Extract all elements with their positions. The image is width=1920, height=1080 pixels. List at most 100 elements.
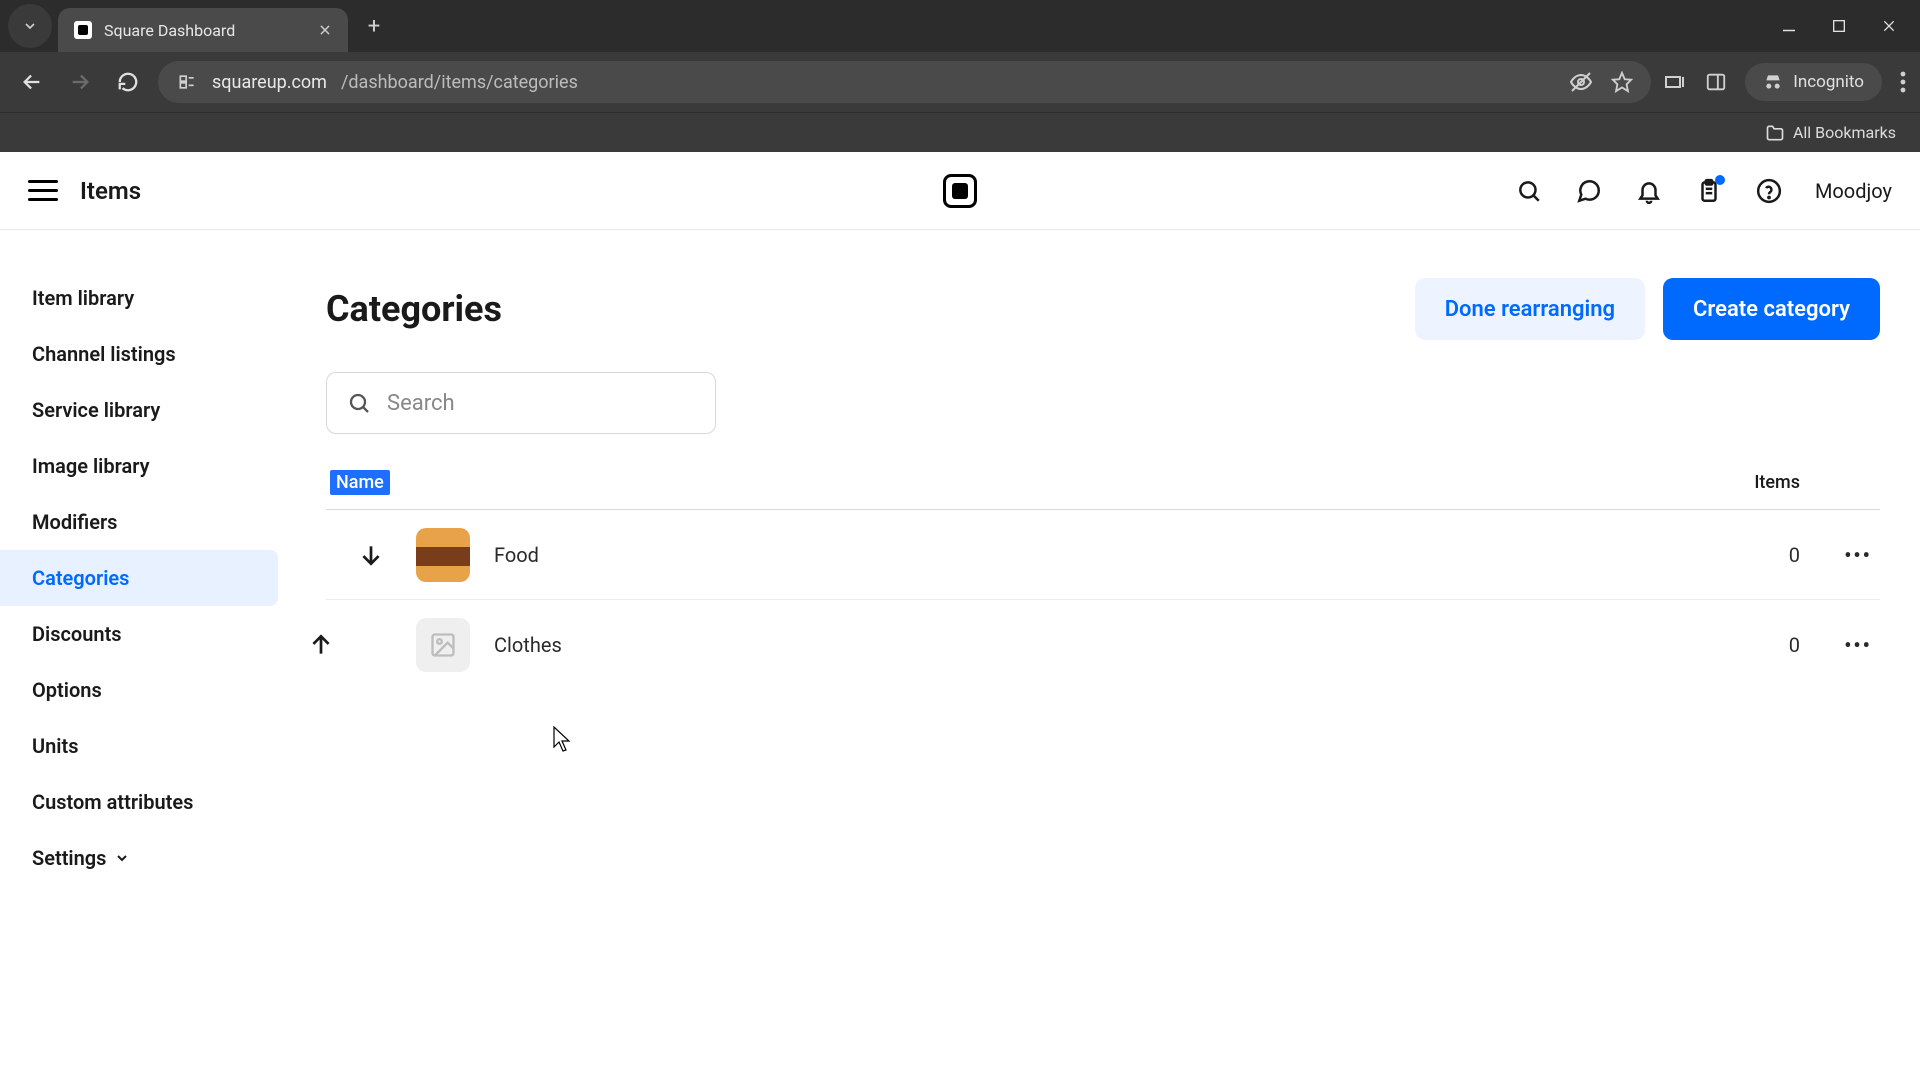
square-logo[interactable]: [943, 174, 977, 208]
row-actions-button[interactable]: •••: [1836, 633, 1880, 657]
arrow-up-icon: [308, 632, 334, 658]
sidebar-item-discounts[interactable]: Discounts: [0, 606, 278, 662]
sidebar-item-label: Units: [32, 734, 79, 758]
arrow-left-icon: [21, 71, 43, 93]
menu-toggle-button[interactable]: [28, 180, 58, 201]
sidebar-item-image-library[interactable]: Image library: [0, 438, 278, 494]
sidebar-item-service-library[interactable]: Service library: [0, 382, 278, 438]
user-menu[interactable]: Moodjoy: [1815, 179, 1892, 203]
sidebar-item-categories[interactable]: Categories: [0, 550, 278, 606]
app-header: Items Moodjoy: [0, 152, 1920, 230]
all-bookmarks-button[interactable]: All Bookmarks: [1765, 123, 1896, 143]
sidebar-item-label: Categories: [32, 566, 129, 590]
reorder-up-button[interactable]: [308, 632, 334, 658]
sidebar-item-label: Discounts: [32, 622, 122, 646]
search-input[interactable]: [387, 391, 695, 416]
table-header: Name Items: [326, 462, 1880, 510]
sidebar-item-label: Image library: [32, 454, 150, 478]
bookmark-star-button[interactable]: [1611, 71, 1633, 93]
category-thumbnail: [416, 528, 470, 582]
window-minimize-button[interactable]: [1778, 15, 1800, 37]
tab-strip: Square Dashboard +: [0, 0, 1920, 52]
incognito-chip[interactable]: Incognito: [1745, 63, 1882, 101]
chrome-menu-button[interactable]: [1900, 71, 1906, 93]
nav-back-button[interactable]: [14, 64, 50, 100]
main-content: Categories Done rearranging Create categ…: [278, 230, 1920, 1080]
window-maximize-button[interactable]: [1828, 15, 1850, 37]
close-icon: [318, 23, 332, 37]
notification-dot: [1715, 175, 1725, 185]
page-title: Categories: [326, 288, 502, 330]
category-item-count: 0: [1789, 543, 1800, 567]
category-item-count: 0: [1789, 633, 1800, 657]
address-bar: squareup.com/dashboard/items/categories …: [0, 52, 1920, 112]
help-icon: [1756, 178, 1782, 204]
app: Items Moodjoy Item library Channel listi…: [0, 152, 1920, 1080]
column-items[interactable]: Items: [1754, 472, 1800, 493]
help-button[interactable]: [1755, 177, 1783, 205]
reorder-down-button[interactable]: [358, 542, 384, 568]
reload-icon: [117, 71, 139, 93]
tab-title: Square Dashboard: [104, 21, 306, 40]
chevron-down-icon: [114, 850, 130, 866]
nav-forward-button[interactable]: [62, 64, 98, 100]
sidebar-item-label: Options: [32, 678, 102, 702]
media-control-icon[interactable]: [1663, 70, 1687, 94]
column-name[interactable]: Name: [330, 470, 390, 495]
sidebar-item-options[interactable]: Options: [0, 662, 278, 718]
table-row[interactable]: Food 0 •••: [326, 510, 1880, 600]
site-info-icon[interactable]: [176, 71, 198, 93]
global-search-button[interactable]: [1515, 177, 1543, 205]
tab-search-button[interactable]: [8, 4, 52, 48]
category-thumbnail: [416, 618, 470, 672]
incognito-icon: [1763, 72, 1783, 92]
sidebar-item-label: Modifiers: [32, 510, 117, 534]
url-path: /dashboard/items/categories: [341, 72, 578, 93]
sidebar-item-label: Custom attributes: [32, 790, 193, 814]
tasks-button[interactable]: [1695, 177, 1723, 205]
sidebar: Item library Channel listings Service li…: [0, 230, 278, 1080]
window-controls: [1778, 15, 1920, 37]
done-rearranging-button[interactable]: Done rearranging: [1415, 278, 1645, 340]
incognito-label: Incognito: [1793, 72, 1864, 92]
messages-button[interactable]: [1575, 177, 1603, 205]
arrow-right-icon: [69, 71, 91, 93]
section-title: Items: [80, 177, 141, 205]
search-icon: [347, 391, 371, 415]
category-name: Clothes: [494, 633, 562, 657]
square-favicon: [74, 21, 92, 39]
window-close-button[interactable]: [1878, 15, 1900, 37]
chat-icon: [1576, 178, 1602, 204]
row-actions-button[interactable]: •••: [1836, 543, 1880, 567]
sidebar-item-custom-attributes[interactable]: Custom attributes: [0, 774, 278, 830]
bookmarks-bar: All Bookmarks: [0, 112, 1920, 152]
browser-tab[interactable]: Square Dashboard: [58, 8, 348, 52]
create-category-button[interactable]: Create category: [1663, 278, 1880, 340]
sidebar-item-label: Item library: [32, 286, 134, 310]
category-name: Food: [494, 543, 539, 567]
nav-reload-button[interactable]: [110, 64, 146, 100]
sidebar-item-units[interactable]: Units: [0, 718, 278, 774]
sidebar-item-channel-listings[interactable]: Channel listings: [0, 326, 278, 382]
chevron-down-icon: [22, 18, 38, 34]
sidebar-item-item-library[interactable]: Item library: [0, 270, 278, 326]
sidebar-item-label: Settings: [32, 846, 106, 870]
bell-icon: [1636, 178, 1662, 204]
search-icon: [1516, 178, 1542, 204]
sidebar-item-settings[interactable]: Settings: [0, 830, 278, 886]
notifications-button[interactable]: [1635, 177, 1663, 205]
search-box[interactable]: [326, 372, 716, 434]
image-placeholder-icon: [429, 631, 457, 659]
categories-table: Name Items Food 0 •••: [326, 462, 1880, 690]
tracking-protection-icon[interactable]: [1569, 70, 1593, 94]
new-tab-button[interactable]: +: [356, 8, 392, 44]
url-field[interactable]: squareup.com/dashboard/items/categories: [158, 61, 1651, 103]
tab-close-button[interactable]: [318, 23, 332, 37]
table-row[interactable]: Clothes 0 •••: [326, 600, 1880, 690]
sidebar-item-modifiers[interactable]: Modifiers: [0, 494, 278, 550]
sidebar-item-label: Service library: [32, 398, 160, 422]
url-host: squareup.com: [212, 72, 327, 93]
folder-icon: [1765, 123, 1785, 143]
side-panel-icon[interactable]: [1705, 71, 1727, 93]
browser-chrome: Square Dashboard + squareup.com/dashboar…: [0, 0, 1920, 152]
